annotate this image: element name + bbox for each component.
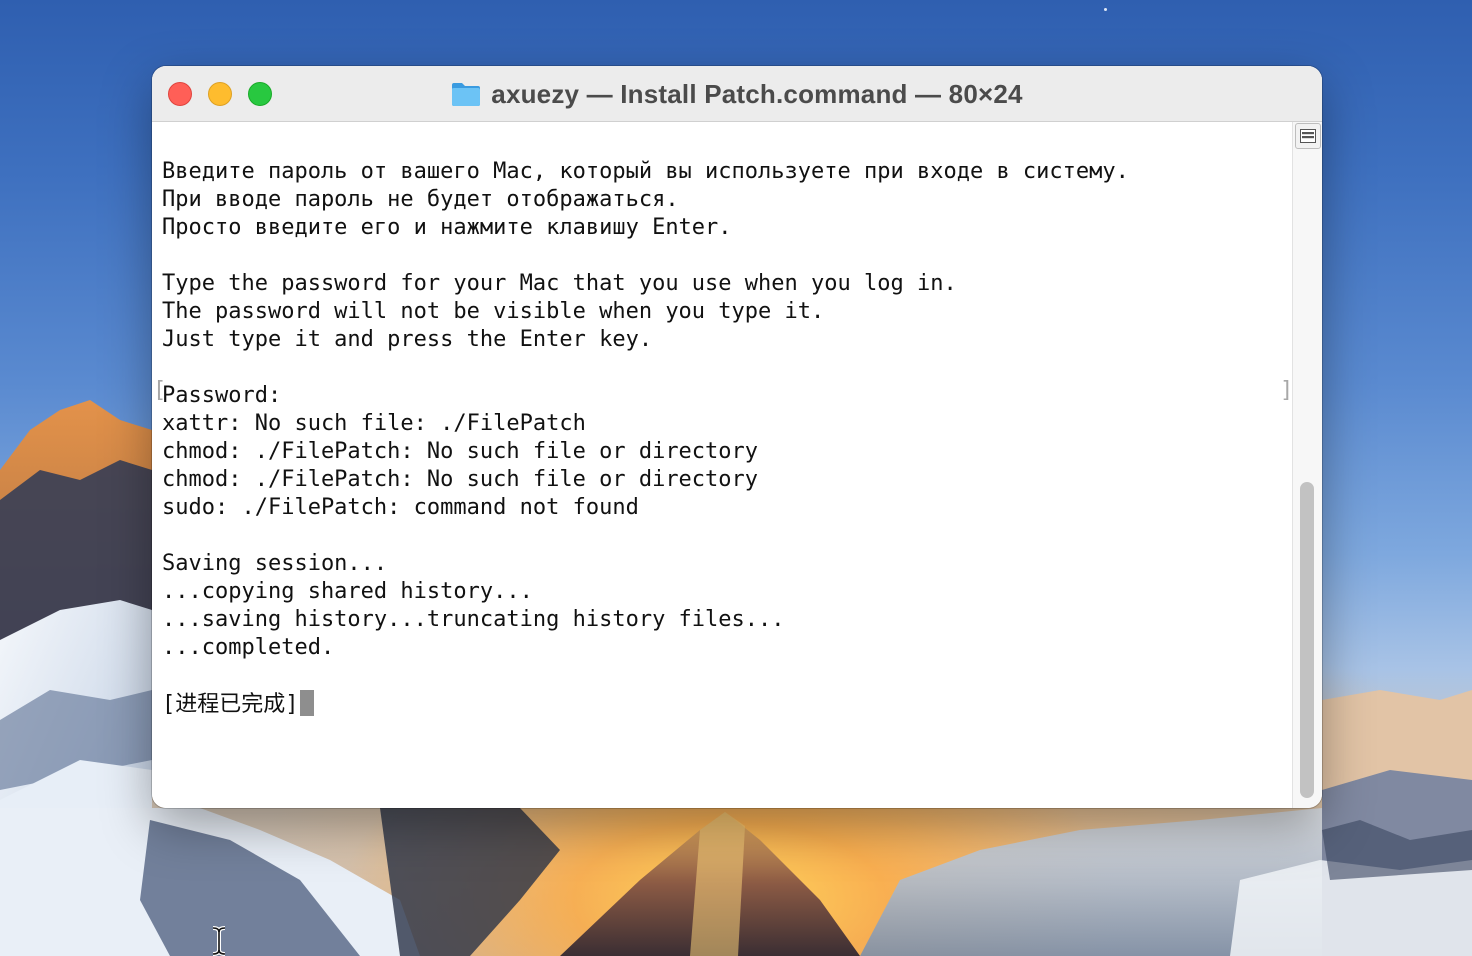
terminal-line: Просто введите его и нажмите клавишу Ent… <box>162 215 732 240</box>
terminal-line: Just type it and press the Enter key. <box>162 327 653 352</box>
terminal-window: axuezy — Install Patch.command — 80×24 [… <box>152 66 1322 808</box>
title-bar[interactable]: axuezy — Install Patch.command — 80×24 <box>152 66 1322 122</box>
window-title: axuezy — Install Patch.command — 80×24 <box>491 78 1023 109</box>
terminal-line: Введите пароль от вашего Mac, который вы… <box>162 159 1129 184</box>
terminal-line: ...copying shared history... <box>162 579 533 604</box>
terminal-line: ...saving history...truncating history f… <box>162 607 785 632</box>
window-title-group: axuezy — Install Patch.command — 80×24 <box>152 66 1322 122</box>
terminal-prompt-line: [进程已完成] <box>162 690 1129 718</box>
process-completed-text: [进程已完成] <box>162 692 299 717</box>
split-view-icon <box>1300 129 1316 143</box>
split-view-button[interactable] <box>1295 123 1321 149</box>
scroll-area <box>1292 122 1322 808</box>
ibeam-cursor-icon <box>212 926 226 956</box>
terminal-lines: Введите пароль от вашего Mac, который вы… <box>162 158 1129 718</box>
terminal-line: chmod: ./FilePatch: No such file or dire… <box>162 467 759 492</box>
terminal-line: Saving session... <box>162 551 388 576</box>
folder-icon <box>451 81 481 107</box>
terminal-line: xattr: No such file: ./FilePatch <box>162 411 586 436</box>
scrollbar-track[interactable] <box>1298 152 1316 802</box>
terminal-line: При вводе пароль не будет отображаться. <box>162 187 679 212</box>
terminal-line: Type the password for your Mac that you … <box>162 271 957 296</box>
terminal-line: ...completed. <box>162 635 335 660</box>
scrollbar-thumb[interactable] <box>1300 482 1314 798</box>
terminal-line: chmod: ./FilePatch: No such file or dire… <box>162 439 759 464</box>
text-cursor <box>299 690 314 716</box>
terminal-line: sudo: ./FilePatch: command not found <box>162 495 639 520</box>
terminal-line: The password will not be visible when yo… <box>162 299 825 324</box>
terminal-output[interactable]: [ ] Введите пароль от вашего Mac, которы… <box>152 122 1293 808</box>
terminal-line: Password: <box>162 383 282 408</box>
